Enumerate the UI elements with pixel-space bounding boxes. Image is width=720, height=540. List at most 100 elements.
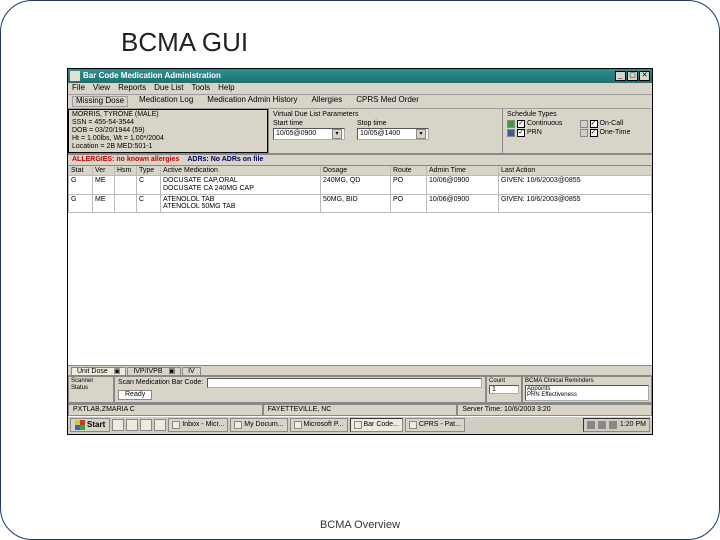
barcode-input[interactable] bbox=[207, 378, 482, 388]
quicklaunch-icon[interactable] bbox=[126, 419, 138, 431]
maximize-button[interactable]: ▢ bbox=[627, 71, 638, 81]
reminder-item[interactable]: PRN Effectiveness bbox=[527, 392, 647, 399]
alert-bar: ALLERGIES: no known allergies ADRs: No A… bbox=[68, 155, 652, 166]
col-ver[interactable]: Ver bbox=[93, 166, 115, 176]
app-icon bbox=[294, 421, 302, 429]
stop-time-input[interactable]: 10/05@1400 ▾ bbox=[357, 128, 429, 140]
col-stat[interactable]: Stat bbox=[69, 166, 93, 176]
menu-duelist[interactable]: Due List bbox=[154, 84, 183, 93]
cell-stat: G bbox=[69, 176, 93, 194]
start-button[interactable]: Start bbox=[70, 418, 110, 432]
cprs-order-button[interactable]: CPRS Med Order bbox=[353, 96, 422, 107]
taskbar-item-label: CPRS - Pat... bbox=[419, 421, 461, 429]
med-log-button[interactable]: Medication Log bbox=[136, 96, 196, 107]
app-icon bbox=[172, 421, 180, 429]
allergies-button[interactable]: Allergies bbox=[309, 96, 346, 107]
scanner-row: Scanner Status Scan Medication Bar Code:… bbox=[68, 376, 652, 404]
cell-admin: 10/06@0900 bbox=[427, 176, 499, 194]
scan-label: Scan Medication Bar Code: bbox=[118, 379, 203, 387]
clock: 1:20 PM bbox=[620, 421, 646, 429]
col-med[interactable]: Active Medication bbox=[161, 166, 321, 176]
start-time-value: 10/05@0900 bbox=[276, 130, 316, 138]
count-value: 1 bbox=[489, 385, 519, 395]
scanner-ready-status: Ready bbox=[118, 390, 152, 400]
table-row[interactable]: GMECATENOLOL TAB ATENOLOL 50MG TAB50MG, … bbox=[69, 194, 652, 212]
taskbar-item-label: Bar Code... bbox=[364, 421, 399, 429]
med-admin-history-button[interactable]: Medication Admin History bbox=[204, 96, 300, 107]
cell-route: PO bbox=[391, 194, 427, 212]
onetime-checkbox[interactable]: ✓ One-Time bbox=[580, 129, 649, 137]
start-label: Start bbox=[87, 421, 105, 430]
menu-help[interactable]: Help bbox=[218, 84, 234, 93]
checkbox-icon: ✓ bbox=[517, 129, 525, 137]
start-time-label: Start time bbox=[273, 120, 345, 128]
patient-dob: DOB = 03/20/1944 (59) bbox=[72, 127, 264, 135]
col-admin[interactable]: Admin Time bbox=[427, 166, 499, 176]
quicklaunch-icon[interactable] bbox=[154, 419, 166, 431]
chevron-down-icon[interactable]: ▾ bbox=[416, 129, 426, 139]
menu-reports[interactable]: Reports bbox=[118, 84, 146, 93]
swatch-icon bbox=[580, 120, 588, 128]
taskbar-item[interactable]: My Docum... bbox=[230, 418, 287, 432]
patient-info-box[interactable]: MORRIS, TYRONE (MALE) SSN = 455-54-3544 … bbox=[68, 109, 268, 153]
taskbar-item[interactable]: Inbox - Micr... bbox=[168, 418, 228, 432]
window-title: Bar Code Medication Administration bbox=[83, 72, 614, 81]
allergies-text: ALLERGIES: no known allergies bbox=[72, 156, 179, 164]
cell-med: ATENOLOL TAB ATENOLOL 50MG TAB bbox=[161, 194, 321, 212]
onetime-label: One-Time bbox=[600, 129, 631, 137]
continuous-checkbox[interactable]: ✓ Continuous bbox=[507, 120, 576, 128]
menu-tools[interactable]: Tools bbox=[191, 84, 210, 93]
tray-icon[interactable] bbox=[609, 421, 617, 429]
col-type[interactable]: Type bbox=[137, 166, 161, 176]
start-time-input[interactable]: 10/05@0900 ▾ bbox=[273, 128, 345, 140]
tab-label: IVP/IVPB bbox=[133, 368, 162, 375]
titlebar: Bar Code Medication Administration _ ▢ ✕ bbox=[68, 69, 652, 83]
chevron-down-icon[interactable]: ▾ bbox=[332, 129, 342, 139]
taskbar-item-label: Inbox - Micr... bbox=[182, 421, 224, 429]
menu-view[interactable]: View bbox=[93, 84, 110, 93]
minimize-button[interactable]: _ bbox=[615, 71, 626, 81]
close-button[interactable]: ✕ bbox=[639, 71, 650, 81]
col-route[interactable]: Route bbox=[391, 166, 427, 176]
app-icon bbox=[234, 421, 242, 429]
schedule-types-box: Schedule Types ✓ Continuous ✓ On-Call bbox=[502, 109, 652, 153]
status-server-time: Server Time: 10/6/2003 3:20 bbox=[457, 404, 652, 416]
checkbox-icon: ✓ bbox=[590, 120, 598, 128]
taskbar-item[interactable]: Bar Code... bbox=[350, 418, 403, 432]
taskbar-item[interactable]: CPRS - Pat... bbox=[405, 418, 465, 432]
col-dose[interactable]: Dosage bbox=[321, 166, 391, 176]
bottom-tabs: Unit Dose ▣ IVP/IVPB ▣ IV bbox=[68, 366, 652, 377]
cell-med: DOCUSATE CAP,ORAL DOCUSATE CA 240MG CAP bbox=[161, 176, 321, 194]
vdl-title: Virtual Due List Parameters bbox=[273, 111, 358, 119]
reminder-item[interactable]: Appoints bbox=[527, 386, 647, 393]
cell-dose: 240MG, QD bbox=[321, 176, 391, 194]
missing-dose-button[interactable]: Missing Dose bbox=[72, 96, 128, 107]
tab-ivp-ivpb[interactable]: IVP/IVPB ▣ bbox=[127, 367, 181, 376]
grid-header-row: Stat Ver Hsm Type Active Medication Dosa… bbox=[69, 166, 652, 176]
col-hsm[interactable]: Hsm bbox=[115, 166, 137, 176]
tray-icon[interactable] bbox=[587, 421, 595, 429]
patient-htwt: Ht = 1.00lbs, Wt = 1.00*/2004 bbox=[72, 135, 264, 143]
tab-label: Unit Dose bbox=[77, 368, 108, 375]
prn-checkbox[interactable]: ✓ PRN bbox=[507, 129, 576, 137]
tray-icon[interactable] bbox=[598, 421, 606, 429]
table-row[interactable]: GMECDOCUSATE CAP,ORAL DOCUSATE CA 240MG … bbox=[69, 176, 652, 194]
oncall-checkbox[interactable]: ✓ On-Call bbox=[580, 120, 649, 128]
tab-unit-dose[interactable]: Unit Dose ▣ bbox=[71, 367, 126, 376]
menu-file[interactable]: File bbox=[72, 84, 85, 93]
vdl-params-box: Virtual Due List Parameters Start time 1… bbox=[268, 109, 502, 153]
checkbox-icon: ✓ bbox=[517, 120, 525, 128]
cell-type: C bbox=[137, 194, 161, 212]
taskbar-item[interactable]: Microsoft P... bbox=[290, 418, 348, 432]
patient-location: Location = 2B MED:501-1 bbox=[72, 143, 264, 151]
status-bar: PXTLAB,ZMARIA C FAYETTEVILLE, NC Server … bbox=[68, 404, 652, 416]
col-last[interactable]: Last Action bbox=[499, 166, 652, 176]
system-tray[interactable]: 1:20 PM bbox=[583, 418, 650, 432]
stop-time-label: Stop time bbox=[357, 120, 429, 128]
medication-grid[interactable]: Stat Ver Hsm Type Active Medication Dosa… bbox=[68, 166, 652, 366]
quicklaunch-icon[interactable] bbox=[112, 419, 124, 431]
tab-iv[interactable]: IV bbox=[182, 367, 201, 376]
reminders-title: BCMA Clinical Reminders bbox=[525, 378, 649, 385]
reminders-list[interactable]: Appoints PRN Effectiveness bbox=[525, 385, 649, 401]
quicklaunch-icon[interactable] bbox=[140, 419, 152, 431]
